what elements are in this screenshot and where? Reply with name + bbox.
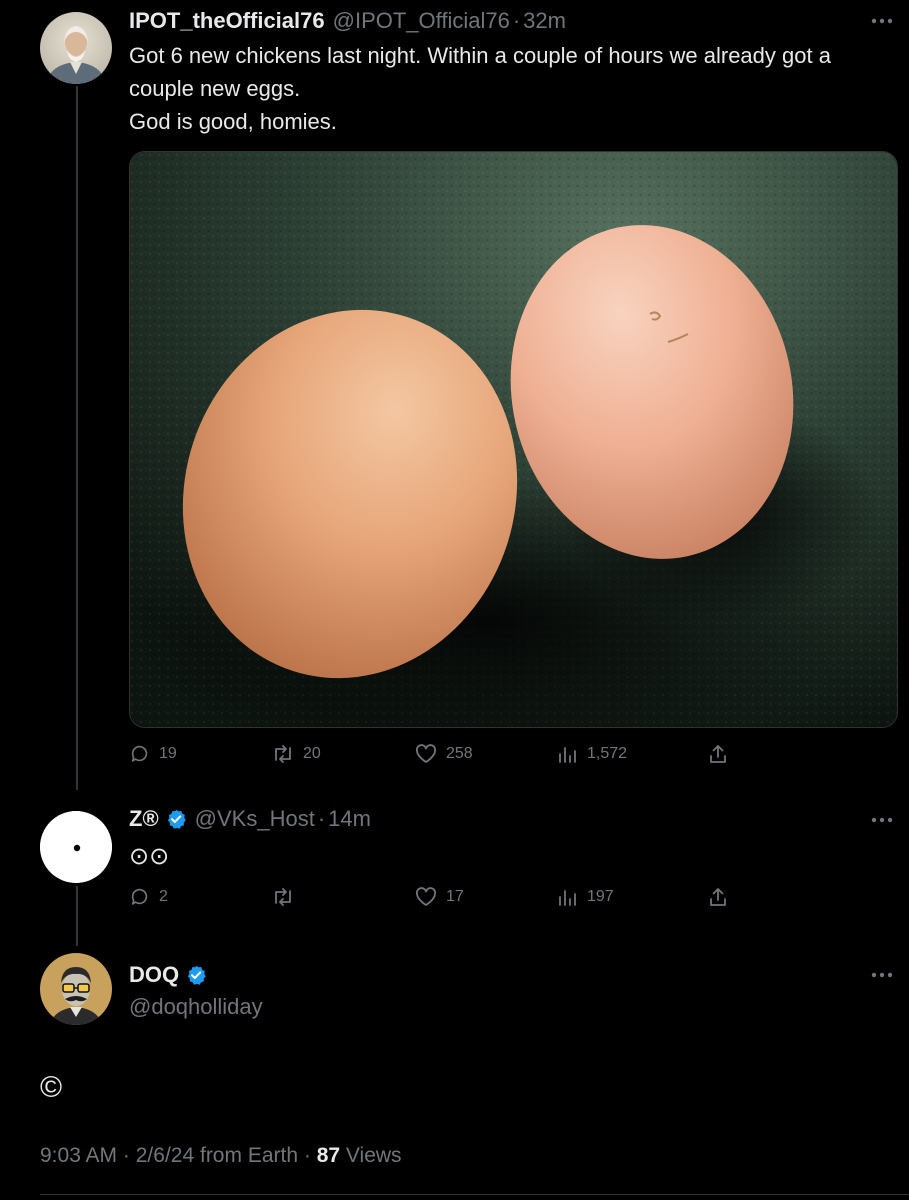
like-button[interactable]: 258 [414, 739, 473, 769]
separator: · [317, 806, 326, 831]
tweet-metadata: 9:03 AM · 2/6/24 from Earth · 87 Views [40, 1144, 402, 1168]
views-count: 1,572 [587, 745, 628, 762]
repost-icon [275, 745, 291, 763]
tweet-text-line: Got 6 new chickens last night. Within a … [129, 43, 831, 68]
avatar[interactable] [40, 953, 112, 1025]
more-options-icon[interactable] [869, 970, 895, 980]
reply-icon [131, 745, 148, 762]
verified-badge-icon [188, 965, 206, 985]
thread-connector [76, 886, 78, 946]
separator: · [303, 1144, 311, 1167]
tweet-actions: 19 20 258 1,572 [129, 739, 749, 769]
views-count: 87 [316, 1144, 341, 1167]
more-options-icon[interactable] [869, 815, 895, 825]
eggs-photo-icon [130, 152, 897, 727]
avatar[interactable] [40, 811, 112, 883]
display-name[interactable]: DOQ [129, 962, 179, 988]
views-chart-icon [559, 890, 576, 906]
tweet-photo[interactable] [129, 151, 898, 728]
timestamp[interactable]: 14m [328, 806, 371, 832]
views-button[interactable]: 1,572 [557, 739, 627, 769]
tweet-header: IPOT_theOfficial76 @IPOT_Official76 · 32… [129, 4, 566, 38]
views-button[interactable]: 197 [557, 882, 614, 912]
verified-badge-icon [167, 809, 186, 829]
tweet-time[interactable]: 9:03 AM [40, 1144, 117, 1167]
tweet-text-line: ⊙⊙ [129, 843, 170, 870]
like-count: 258 [446, 745, 473, 762]
divider [40, 1194, 909, 1195]
thread-connector [76, 86, 78, 790]
separator: · [512, 8, 521, 33]
repost-icon [275, 888, 291, 906]
tweet-header: Z® @VKs_Host · 14m [129, 802, 371, 836]
reply-count: 2 [159, 888, 168, 905]
user-handle[interactable]: @IPOT_Official76 [333, 8, 510, 34]
views-chart-icon [559, 747, 576, 763]
tweet-text: ⊙⊙ [129, 840, 899, 873]
like-count: 17 [446, 888, 464, 905]
display-name[interactable]: IPOT_theOfficial76 [129, 8, 325, 34]
views-label: Views [345, 1144, 402, 1167]
user-handle[interactable]: @VKs_Host [195, 806, 315, 832]
reply-icon [131, 888, 148, 905]
tweet-date[interactable]: 2/6/24 [136, 1144, 194, 1167]
heart-icon [415, 887, 437, 906]
user-handle[interactable]: @doqholliday [129, 994, 263, 1020]
tweet-text: Got 6 new chickens last night. Within a … [129, 39, 899, 138]
share-button[interactable] [707, 739, 729, 769]
timestamp[interactable]: 32m [523, 8, 566, 34]
share-button[interactable] [707, 882, 729, 912]
tweet-header: DOQ [129, 958, 207, 992]
reply-button[interactable]: 19 [129, 739, 177, 769]
display-name[interactable]: Z® [129, 806, 159, 832]
like-button[interactable]: 17 [414, 882, 464, 912]
tweet-source: from Earth [199, 1144, 299, 1167]
heart-icon [415, 744, 437, 763]
share-icon [710, 745, 726, 763]
reply-count: 19 [159, 745, 177, 762]
reply-button[interactable]: 2 [129, 882, 168, 912]
tweet-text-line: couple new eggs. [129, 76, 301, 101]
repost-button[interactable] [271, 882, 303, 912]
tweet-actions: 2 17 197 [129, 882, 749, 912]
separator: · [122, 1144, 130, 1167]
share-icon [710, 888, 726, 906]
main-tweet-text: © [40, 1071, 63, 1104]
repost-button[interactable]: 20 [271, 739, 321, 769]
more-options-icon[interactable] [869, 16, 895, 26]
repost-count: 20 [303, 745, 321, 762]
avatar[interactable] [40, 12, 112, 84]
handle-line: @doqholliday [129, 990, 263, 1024]
tweet-text-line: God is good, homies. [129, 109, 337, 134]
views-count: 197 [587, 888, 614, 905]
